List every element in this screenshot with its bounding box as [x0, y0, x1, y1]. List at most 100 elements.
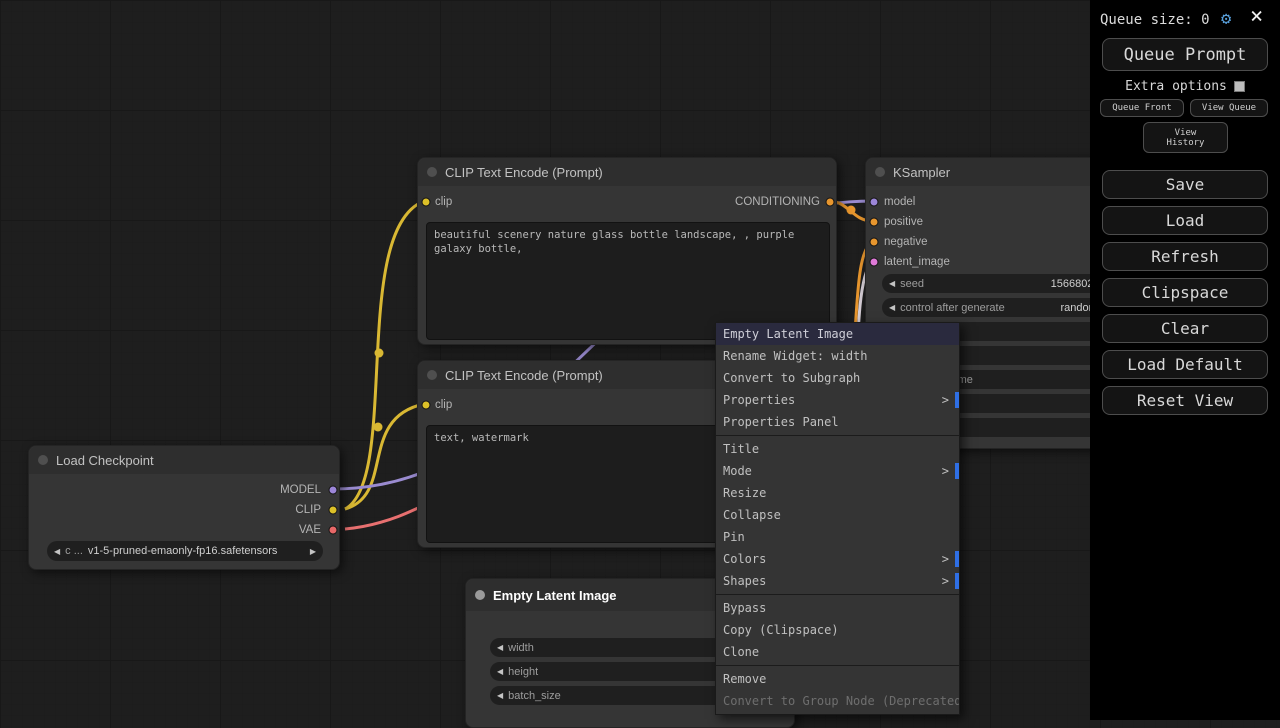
clip-input-port[interactable] [422, 198, 431, 207]
queue-front-button[interactable]: Queue Front [1100, 99, 1184, 117]
submenu-indicator [955, 463, 959, 479]
clear-button[interactable]: Clear [1102, 314, 1268, 343]
widget-label: seed [900, 278, 924, 290]
output-label-conditioning: CONDITIONING [735, 196, 820, 208]
input-label-clip: clip [435, 196, 452, 208]
input-label-clip: clip [435, 399, 452, 411]
widget-label: width [508, 642, 534, 654]
ckpt-widget-value: v1-5-pruned-emaonly-fp16.safetensors [88, 545, 278, 557]
collapse-dot-icon[interactable] [427, 167, 437, 177]
link-dot [374, 423, 383, 432]
negative-input-port[interactable] [870, 238, 879, 247]
node-title: KSampler [893, 165, 950, 180]
decrement-icon[interactable]: ◀ [497, 667, 503, 676]
decrement-icon[interactable]: ◀ [889, 303, 895, 312]
submenu-arrow-icon: > [942, 570, 949, 592]
collapse-dot-icon[interactable] [427, 370, 437, 380]
submenu-arrow-icon: > [942, 548, 949, 570]
menu-item-bypass[interactable]: Bypass [716, 597, 959, 619]
extra-options-label: Extra options [1125, 79, 1227, 94]
load-button[interactable]: Load [1102, 206, 1268, 235]
menu-item-resize[interactable]: Resize [716, 482, 959, 504]
save-button[interactable]: Save [1102, 170, 1268, 199]
menu-item-copy-clipspace[interactable]: Copy (Clipspace) [716, 619, 959, 641]
input-label-negative: negative [884, 236, 927, 248]
reset-view-button[interactable]: Reset View [1102, 386, 1268, 415]
collapse-dot-icon[interactable] [38, 455, 48, 465]
latent-input-port[interactable] [870, 258, 879, 267]
node-context-menu: Empty Latent Image Rename Widget: width … [715, 322, 960, 715]
clip-input-port[interactable] [422, 401, 431, 410]
positive-input-port[interactable] [870, 218, 879, 227]
queue-size-label: Queue size: 0 [1100, 12, 1210, 28]
model-output-port[interactable] [329, 486, 338, 495]
context-menu-title: Empty Latent Image [716, 323, 959, 345]
load-default-button[interactable]: Load Default [1102, 350, 1268, 379]
menu-item-label: Properties [723, 393, 795, 407]
menu-item-shapes[interactable]: Shapes > [716, 570, 959, 592]
decrement-icon[interactable]: ◀ [497, 691, 503, 700]
menu-item-clone[interactable]: Clone [716, 641, 959, 663]
menu-item-properties-panel[interactable]: Properties Panel [716, 411, 959, 433]
widget-label: batch_size [508, 690, 561, 702]
refresh-button[interactable]: Refresh [1102, 242, 1268, 271]
node-clip-encode-positive: CLIP Text Encode (Prompt) clip CONDITION… [417, 157, 837, 345]
node-load-checkpoint: Load Checkpoint MODEL CLIP VAE ◀ c ... v… [28, 445, 340, 570]
link-dot [847, 206, 856, 215]
menu-item-label: Shapes [723, 574, 766, 588]
increment-icon[interactable]: ▶ [310, 547, 316, 556]
node-title: CLIP Text Encode (Prompt) [445, 368, 603, 383]
node-title-bar[interactable]: CLIP Text Encode (Prompt) [418, 158, 836, 186]
input-label-model: model [884, 196, 915, 208]
menu-item-convert-to-subgraph[interactable]: Convert to Subgraph [716, 367, 959, 389]
comfyui-app: { "glyphs": { "left_arrow": "◀", "right_… [0, 0, 1280, 720]
menu-item-pin[interactable]: Pin [716, 526, 959, 548]
decrement-icon[interactable]: ◀ [497, 643, 503, 652]
wire-clip-to-encode1 [345, 201, 424, 509]
vae-output-port[interactable] [329, 526, 338, 535]
extra-options-checkbox[interactable] [1234, 81, 1245, 92]
model-input-port[interactable] [870, 198, 879, 207]
menu-item-properties[interactable]: Properties > [716, 389, 959, 411]
clip-output-port[interactable] [329, 506, 338, 515]
submenu-indicator [955, 392, 959, 408]
node-title: Load Checkpoint [56, 453, 154, 468]
decrement-icon[interactable]: ◀ [54, 547, 60, 556]
widget-label: control after generate [900, 302, 1005, 314]
menu-item-mode[interactable]: Mode > [716, 460, 959, 482]
clipspace-button[interactable]: Clipspace [1102, 278, 1268, 307]
close-panel-icon[interactable]: × [1250, 4, 1263, 29]
widget-label: height [508, 666, 538, 678]
collapse-dot-icon[interactable] [475, 590, 485, 600]
ckpt-name-widget[interactable]: ◀ c ... v1-5-pruned-emaonly-fp16.safeten… [47, 541, 323, 561]
ckpt-widget-label: c ... [65, 545, 83, 557]
menu-separator [716, 594, 959, 595]
menu-item-title[interactable]: Title [716, 438, 959, 460]
collapse-dot-icon[interactable] [875, 167, 885, 177]
submenu-indicator [955, 551, 959, 567]
view-history-button[interactable]: View History [1143, 122, 1228, 153]
submenu-arrow-icon: > [942, 460, 949, 482]
queue-prompt-button[interactable]: Queue Prompt [1102, 38, 1268, 71]
menu-item-remove[interactable]: Remove [716, 668, 959, 690]
output-label-clip: CLIP [295, 504, 321, 516]
menu-separator [716, 435, 959, 436]
output-label-model: MODEL [280, 484, 321, 496]
menu-separator [716, 665, 959, 666]
wire-clip-to-encode2 [345, 404, 424, 509]
menu-item-convert-to-group-node: Convert to Group Node (Deprecated) [716, 690, 959, 712]
decrement-icon[interactable]: ◀ [889, 279, 895, 288]
menu-item-collapse[interactable]: Collapse [716, 504, 959, 526]
view-queue-button[interactable]: View Queue [1190, 99, 1268, 117]
input-label-latent-image: latent_image [884, 256, 950, 268]
link-dot [375, 349, 384, 358]
menu-item-colors[interactable]: Colors > [716, 548, 959, 570]
node-title: CLIP Text Encode (Prompt) [445, 165, 603, 180]
node-title-bar[interactable]: Load Checkpoint [29, 446, 339, 474]
menu-item-label: Colors [723, 552, 766, 566]
output-label-vae: VAE [299, 524, 321, 536]
conditioning-output-port[interactable] [826, 198, 835, 207]
submenu-arrow-icon: > [942, 389, 949, 411]
settings-gear-icon[interactable]: ⚙ [1221, 9, 1231, 29]
menu-item-rename-widget[interactable]: Rename Widget: width [716, 345, 959, 367]
